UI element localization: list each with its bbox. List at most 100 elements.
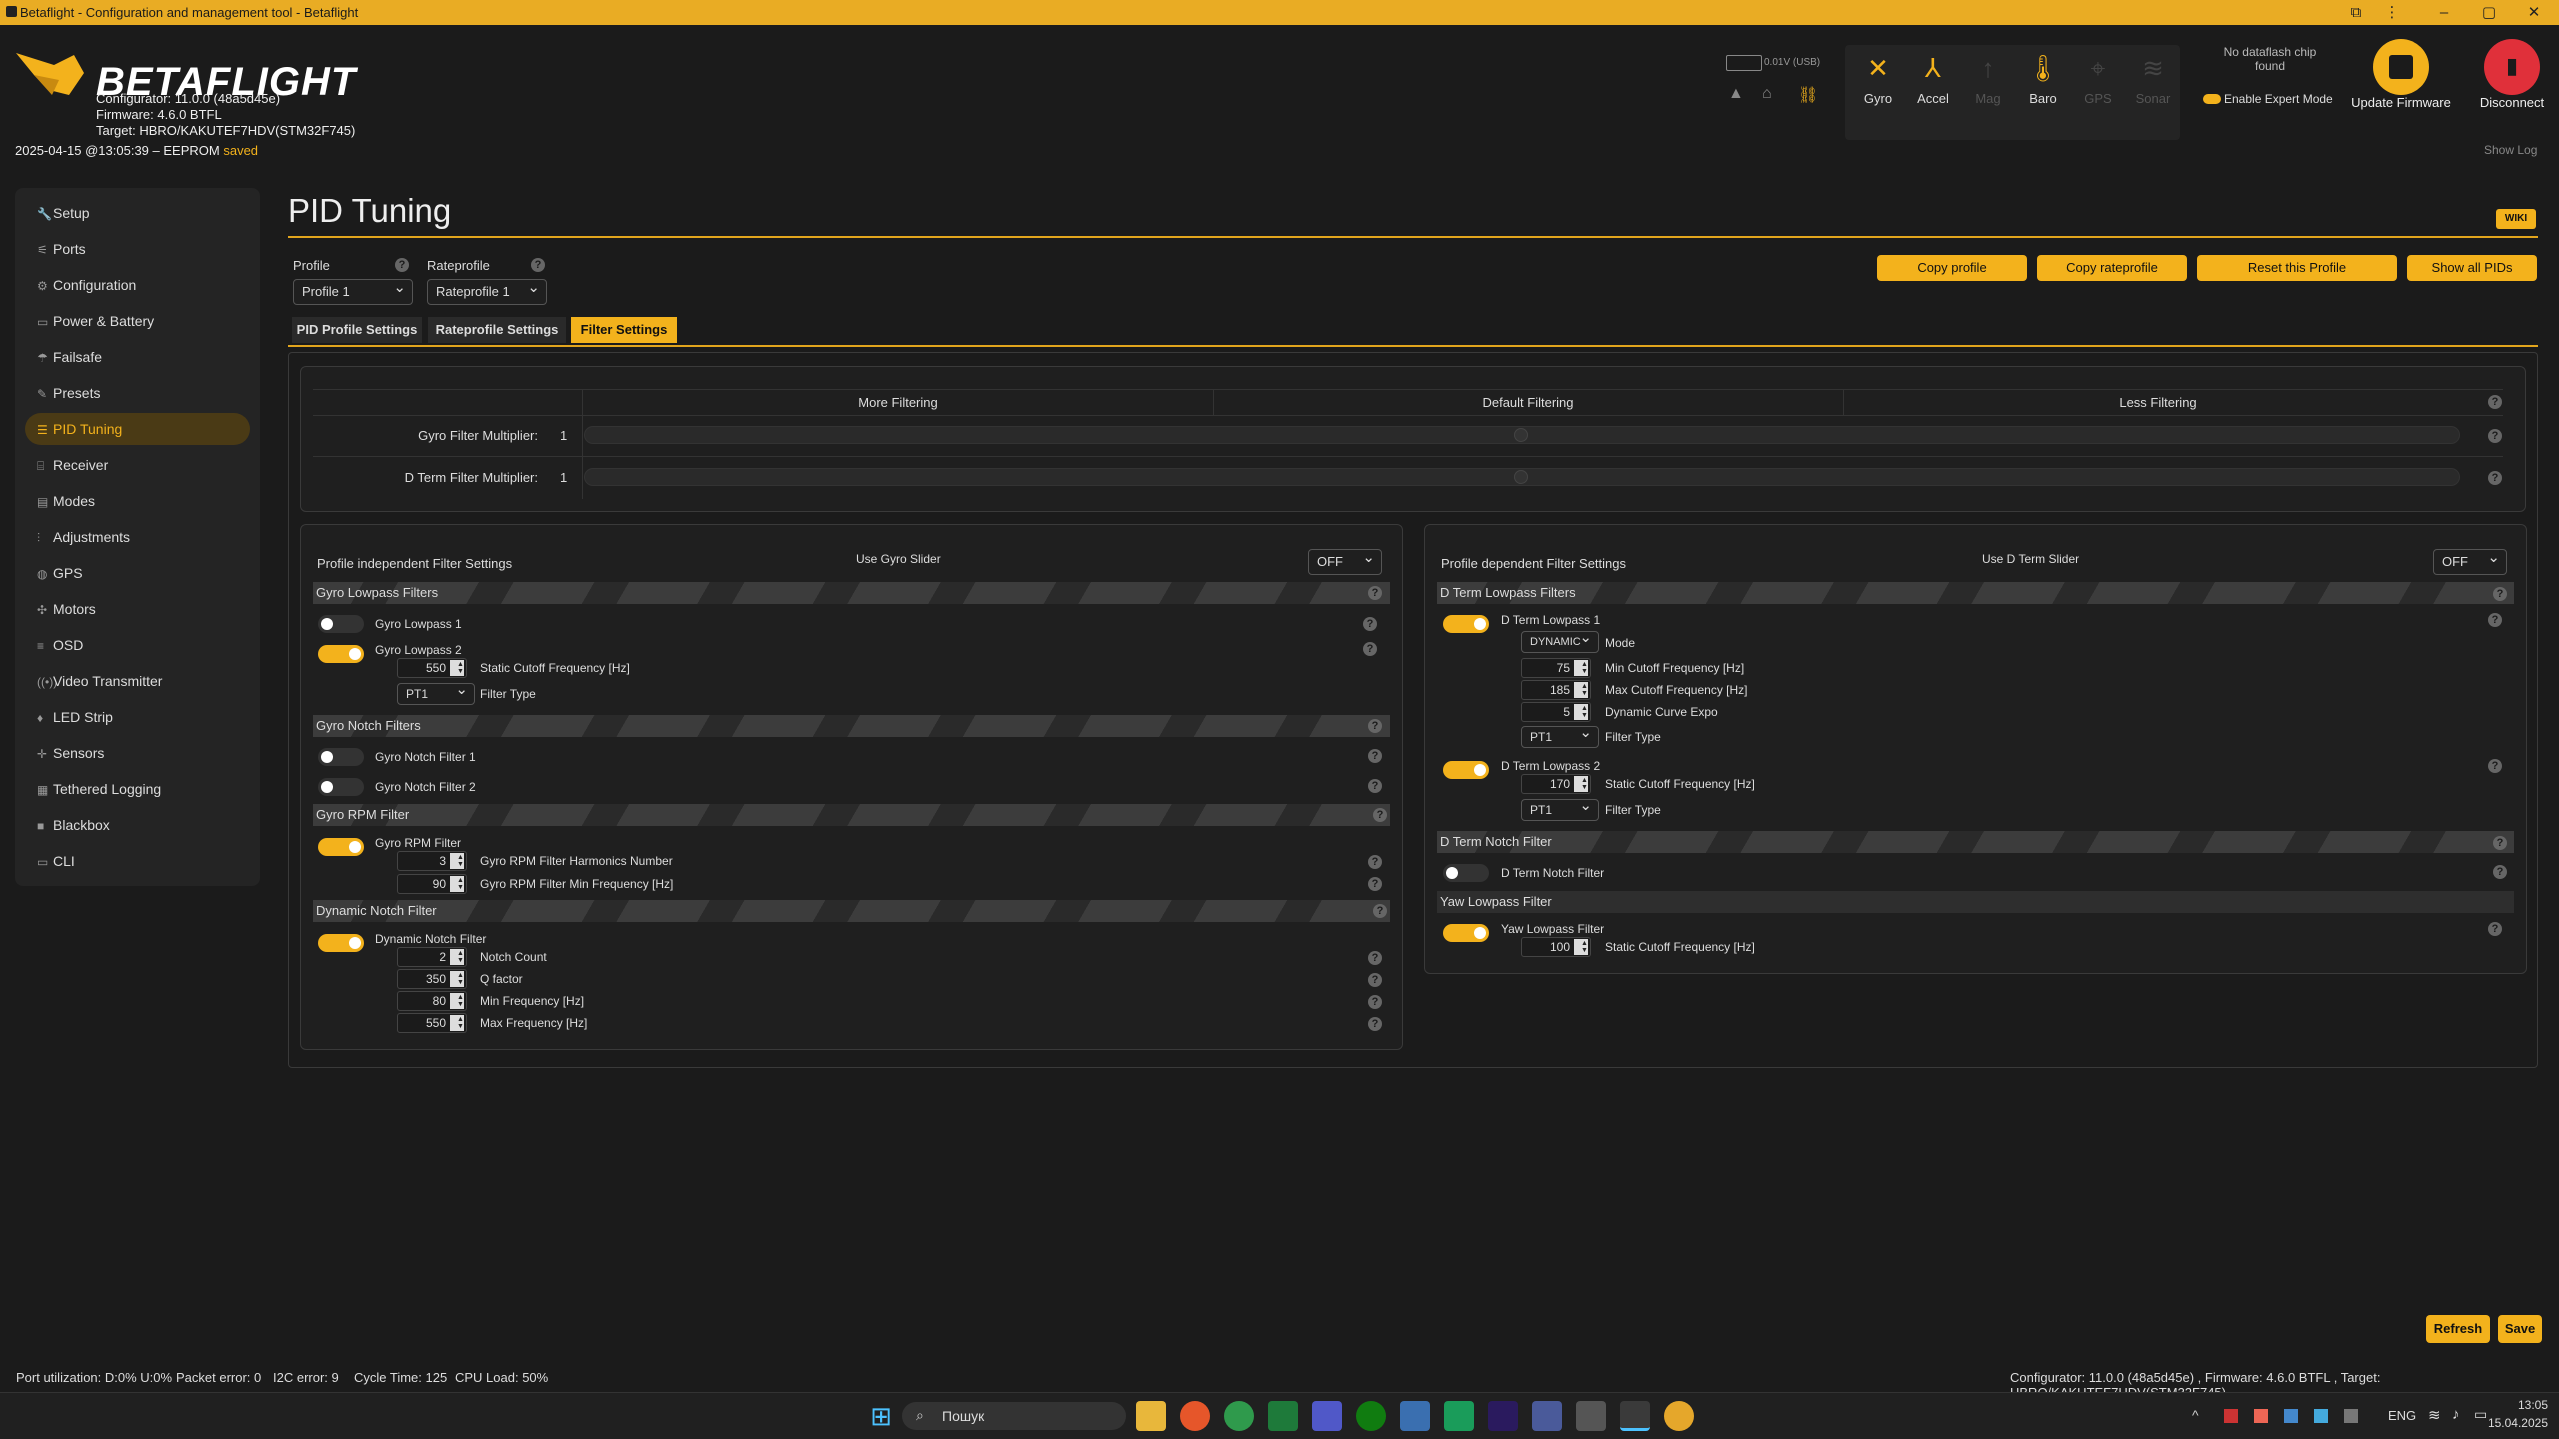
gyro-lowpass-2-cutoff-input[interactable]: 550	[397, 658, 467, 678]
help-icon[interactable]: ?	[1368, 749, 1382, 763]
dterm-lowpass-1-toggle[interactable]	[1443, 615, 1489, 633]
copy-rateprofile-button[interactable]: Copy rateprofile	[2037, 255, 2187, 281]
dterm-max-cutoff-input[interactable]: 185	[1521, 680, 1591, 700]
gyro-multiplier-slider[interactable]	[584, 426, 2460, 444]
help-icon[interactable]: ?	[1363, 617, 1377, 631]
sidebar-item-motors[interactable]: ✣ Motors	[25, 593, 250, 625]
dterm-lowpass-1-type-select[interactable]: PT1	[1521, 723, 1599, 748]
help-icon[interactable]: ?	[2493, 865, 2507, 879]
more-icon[interactable]: ⋮	[2374, 1, 2410, 25]
dterm-lowpass-2-cutoff-input[interactable]: 170	[1521, 774, 1591, 794]
wifi-icon[interactable]: ≋	[2428, 1406, 2441, 1424]
slider-thumb[interactable]	[1514, 470, 1528, 484]
clock-date[interactable]: 15.04.2025	[2468, 1416, 2548, 1430]
help-icon[interactable]: ?	[531, 258, 545, 272]
help-icon[interactable]: ?	[2488, 471, 2502, 485]
copy-profile-button[interactable]: Copy profile	[1877, 255, 2027, 281]
premiere-icon[interactable]	[1488, 1401, 1518, 1431]
show-log-link[interactable]: Show Log	[2484, 143, 2537, 157]
sidebar-item-receiver[interactable]: ⌸ Receiver	[25, 449, 250, 481]
chrome-icon[interactable]	[1224, 1401, 1254, 1431]
dterm-notch-toggle[interactable]	[1443, 864, 1489, 882]
tray-icon[interactable]	[2314, 1409, 2328, 1423]
sidebar-item-pid-tuning[interactable]: ☰ PID Tuning	[25, 413, 250, 445]
refresh-button[interactable]: Refresh	[2426, 1315, 2490, 1343]
save-button[interactable]: Save	[2498, 1315, 2542, 1343]
tray-chevron-icon[interactable]: ^	[2192, 1407, 2199, 1423]
help-icon[interactable]: ?	[1368, 877, 1382, 891]
dterm-mode-select[interactable]: DYNAMIC	[1521, 628, 1599, 653]
help-icon[interactable]: ?	[1368, 951, 1382, 965]
app-icon[interactable]	[1444, 1401, 1474, 1431]
max-freq-input[interactable]: 550	[397, 1013, 467, 1033]
chrome-icon[interactable]	[1664, 1401, 1694, 1431]
help-icon[interactable]: ?	[1373, 904, 1387, 918]
file-explorer-icon[interactable]	[1136, 1401, 1166, 1431]
app-icon[interactable]	[1268, 1401, 1298, 1431]
firefox-icon[interactable]	[1180, 1401, 1210, 1431]
help-icon[interactable]: ?	[2488, 922, 2502, 936]
language-indicator[interactable]: ENG	[2388, 1408, 2416, 1423]
help-icon[interactable]: ?	[1373, 808, 1387, 822]
rpm-min-freq-input[interactable]: 90	[397, 874, 467, 894]
dynamic-notch-toggle[interactable]	[318, 934, 364, 952]
sidebar-item-failsafe[interactable]: ☂ Failsafe	[25, 341, 250, 373]
yaw-lowpass-toggle[interactable]	[1443, 924, 1489, 942]
min-freq-input[interactable]: 80	[397, 991, 467, 1011]
volume-icon[interactable]: ♪	[2452, 1406, 2460, 1423]
gyro-lowpass-2-toggle[interactable]	[318, 645, 364, 663]
gyro-lowpass-2-type-select[interactable]: PT1	[397, 680, 475, 705]
dterm-lowpass-2-toggle[interactable]	[1443, 761, 1489, 779]
app-icon[interactable]	[1576, 1401, 1606, 1431]
help-icon[interactable]: ?	[1368, 586, 1382, 600]
help-icon[interactable]: ?	[1368, 855, 1382, 869]
sidebar-item-gps[interactable]: ◍ GPS	[25, 557, 250, 589]
dterm-lowpass-2-type-select[interactable]: PT1	[1521, 796, 1599, 821]
app-icon[interactable]	[1532, 1401, 1562, 1431]
q-factor-input[interactable]: 350	[397, 969, 467, 989]
dynamic-curve-expo-input[interactable]: 5	[1521, 702, 1591, 722]
windows-start-icon[interactable]: ⊞	[866, 1401, 896, 1431]
sidebar-item-presets[interactable]: ✎ Presets	[25, 377, 250, 409]
app-icon[interactable]	[1400, 1401, 1430, 1431]
show-all-pids-button[interactable]: Show all PIDs	[2407, 255, 2537, 281]
use-gyro-slider-select[interactable]: OFF	[1308, 546, 1382, 575]
extensions-icon[interactable]: ⧉	[2338, 1, 2374, 25]
maximize-button[interactable]: ▢	[2471, 1, 2507, 25]
sidebar-item-ports[interactable]: ⚟ Ports	[25, 233, 250, 265]
gyro-rpm-toggle[interactable]	[318, 838, 364, 856]
sidebar-item-modes[interactable]: ▤ Modes	[25, 485, 250, 517]
use-dterm-slider-select[interactable]: OFF	[2433, 546, 2507, 575]
wiki-button[interactable]: WIKI	[2496, 209, 2536, 229]
help-icon[interactable]: ?	[2488, 429, 2502, 443]
sidebar-item-blackbox[interactable]: ■ Blackbox	[25, 809, 250, 841]
rateprofile-select[interactable]: Rateprofile 1	[427, 276, 547, 305]
tray-icon[interactable]	[2284, 1409, 2298, 1423]
rpm-harmonics-input[interactable]: 3	[397, 851, 467, 871]
sidebar-item-led-strip[interactable]: ♦ LED Strip	[25, 701, 250, 733]
help-icon[interactable]: ?	[1368, 995, 1382, 1009]
tray-icon[interactable]	[2344, 1409, 2358, 1423]
tray-icon[interactable]	[2224, 1409, 2238, 1423]
sidebar-item-tethered-logging[interactable]: ▦ Tethered Logging	[25, 773, 250, 805]
help-icon[interactable]: ?	[1368, 779, 1382, 793]
sidebar-item-osd[interactable]: ≡ OSD	[25, 629, 250, 661]
dterm-multiplier-slider[interactable]	[584, 468, 2460, 486]
clock-time[interactable]: 13:05	[2488, 1398, 2548, 1412]
yaw-lowpass-cutoff-input[interactable]: 100	[1521, 937, 1591, 957]
help-icon[interactable]: ?	[1363, 642, 1377, 656]
sidebar-item-adjustments[interactable]: ⫶ Adjustments	[25, 521, 250, 553]
minimize-button[interactable]: –	[2426, 1, 2462, 25]
help-icon[interactable]: ?	[2488, 613, 2502, 627]
help-icon[interactable]: ?	[2493, 587, 2507, 601]
sidebar-item-configuration[interactable]: ⚙ Configuration	[25, 269, 250, 301]
xbox-icon[interactable]	[1356, 1401, 1386, 1431]
help-icon[interactable]: ?	[2488, 759, 2502, 773]
reset-profile-button[interactable]: Reset this Profile	[2197, 255, 2397, 281]
tab-pid-profile[interactable]: PID Profile Settings	[292, 317, 422, 343]
help-icon[interactable]: ?	[395, 258, 409, 272]
tab-rateprofile[interactable]: Rateprofile Settings	[428, 317, 566, 343]
sidebar-item-power[interactable]: ▭ Power & Battery	[25, 305, 250, 337]
teams-icon[interactable]	[1312, 1401, 1342, 1431]
slider-thumb[interactable]	[1514, 428, 1528, 442]
